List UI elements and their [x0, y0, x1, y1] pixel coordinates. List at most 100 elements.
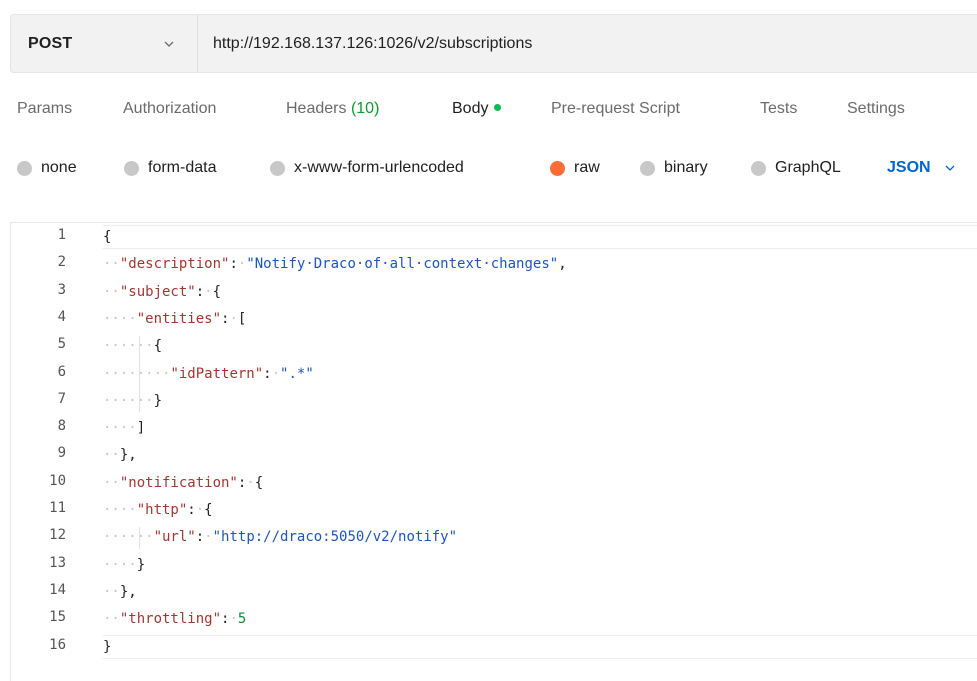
code-token: :	[229, 256, 238, 273]
body-type-form-data[interactable]: form-data	[124, 159, 216, 177]
line-number: 16	[49, 636, 66, 653]
body-type-selector: none form-data x-www-form-urlencoded raw…	[0, 159, 977, 185]
code-token: "throttling"	[119, 611, 222, 628]
line-number: 12	[49, 527, 66, 544]
line-number: 11	[49, 500, 66, 516]
method-label: POST	[28, 34, 73, 52]
code-line: {	[103, 225, 977, 249]
tab-settings[interactable]: Settings	[847, 100, 905, 118]
code-line: ········"idPattern":·".*"	[103, 362, 977, 386]
tab-body[interactable]: Body	[452, 100, 502, 118]
code-token: ]	[136, 420, 146, 437]
body-type-graphql[interactable]: GraphQL	[751, 159, 841, 177]
code-line: ······{	[103, 334, 977, 358]
code-token: ·	[195, 502, 205, 518]
line-number: 5	[57, 336, 66, 353]
code-line: ····}	[103, 553, 977, 577]
code-token: ······	[103, 529, 154, 546]
code-token: {	[153, 338, 163, 355]
code-line: ····]	[103, 416, 977, 440]
code-token: }	[153, 392, 163, 409]
code-token: 5	[237, 611, 247, 628]
code-token: "description"	[119, 256, 230, 273]
code-token: {	[254, 474, 264, 491]
indent-guide	[138, 527, 140, 549]
chevron-down-icon	[164, 41, 174, 47]
code-token: ··	[103, 583, 120, 600]
radio-icon	[751, 160, 766, 176]
code-token: ····	[103, 502, 137, 518]
code-token: ·	[271, 365, 281, 382]
code-token: ··	[103, 283, 120, 300]
code-editor[interactable]: 1 2 3 4 5 6 7 8 9 10 11 12 13 14 15 16 {··"description"…	[10, 222, 977, 681]
headers-count: (10)	[350, 100, 380, 117]
line-number: 14	[49, 581, 66, 598]
language-label: JSON	[887, 159, 931, 176]
code-token: "url"	[153, 529, 196, 546]
code-line: ··},	[103, 580, 977, 604]
radio-selected-icon	[550, 160, 565, 176]
code-line: ······"url":·"http://draco:5050/v2/notif…	[103, 525, 977, 549]
tab-tests[interactable]: Tests	[760, 100, 797, 118]
radio-icon	[270, 160, 285, 176]
tab-pre-request-script[interactable]: Pre-request Script	[551, 100, 680, 118]
tab-headers[interactable]: Headers (10)	[286, 100, 379, 118]
body-type-raw[interactable]: raw	[550, 159, 600, 177]
method-select[interactable]: POST	[11, 15, 198, 72]
code-token: },	[119, 583, 137, 600]
code-area[interactable]: {··"description":·"Notify·Draco·of·all·c…	[103, 223, 977, 681]
code-token: {	[204, 502, 213, 518]
code-token: }	[103, 638, 112, 655]
body-type-none[interactable]: none	[17, 159, 77, 177]
language-select[interactable]: JSON	[887, 159, 957, 177]
code-token: ····	[103, 556, 137, 573]
line-number-gutter: 1 2 3 4 5 6 7 8 9 10 11 12 13 14 15 16	[11, 223, 99, 681]
code-line: ··"notification":·{	[103, 471, 977, 495]
body-type-x-www-form-urlencoded[interactable]: x-www-form-urlencoded	[270, 159, 464, 177]
body-type-label: x-www-form-urlencoded	[294, 159, 464, 176]
code-token: :	[195, 529, 205, 546]
line-number: 15	[49, 609, 66, 626]
line-number: 4	[57, 308, 66, 325]
code-token: }	[136, 556, 146, 573]
code-token: "http"	[136, 502, 188, 518]
body-type-binary[interactable]: binary	[640, 159, 708, 177]
request-tabs: Params Authorization Headers (10) Body P…	[0, 100, 977, 130]
code-token: ····	[103, 420, 137, 437]
code-token: ·	[229, 310, 238, 327]
body-type-label: none	[41, 159, 77, 176]
code-line: ··"throttling":·5	[103, 607, 977, 631]
body-type-label: GraphQL	[775, 159, 841, 176]
body-type-label: binary	[664, 159, 708, 176]
code-token: ··	[103, 447, 120, 464]
code-token: "entities"	[136, 310, 222, 327]
radio-icon	[124, 160, 139, 176]
line-number: 9	[57, 445, 66, 462]
line-number: 1	[57, 227, 66, 243]
line-number: 6	[57, 363, 66, 380]
url-input[interactable]	[198, 14, 977, 73]
code-token: [	[237, 310, 247, 327]
code-line: ····"entities":·[	[103, 307, 977, 331]
code-line: ··},	[103, 443, 977, 467]
tab-authorization[interactable]: Authorization	[123, 100, 216, 118]
line-number: 13	[49, 554, 66, 571]
line-number: 3	[57, 281, 66, 298]
code-token: ".*"	[280, 365, 314, 382]
tab-body-label: Body	[452, 100, 489, 117]
code-token: {	[212, 283, 222, 300]
code-token: ·	[204, 283, 213, 300]
code-token: "idPattern"	[170, 365, 264, 382]
indent-guide	[138, 336, 140, 413]
request-url-bar: POST	[10, 14, 977, 73]
code-token: ·	[229, 611, 238, 628]
code-token: :	[187, 502, 196, 518]
line-number: 7	[57, 390, 66, 407]
code-token: "Notify·Draco·of·all·context·changes"	[246, 256, 559, 273]
code-token: ·	[246, 474, 255, 491]
code-token: "subject"	[119, 283, 196, 300]
line-number: 8	[57, 418, 66, 435]
line-number: 10	[49, 472, 66, 489]
tab-params[interactable]: Params	[17, 100, 72, 118]
green-dot-icon	[494, 104, 502, 111]
